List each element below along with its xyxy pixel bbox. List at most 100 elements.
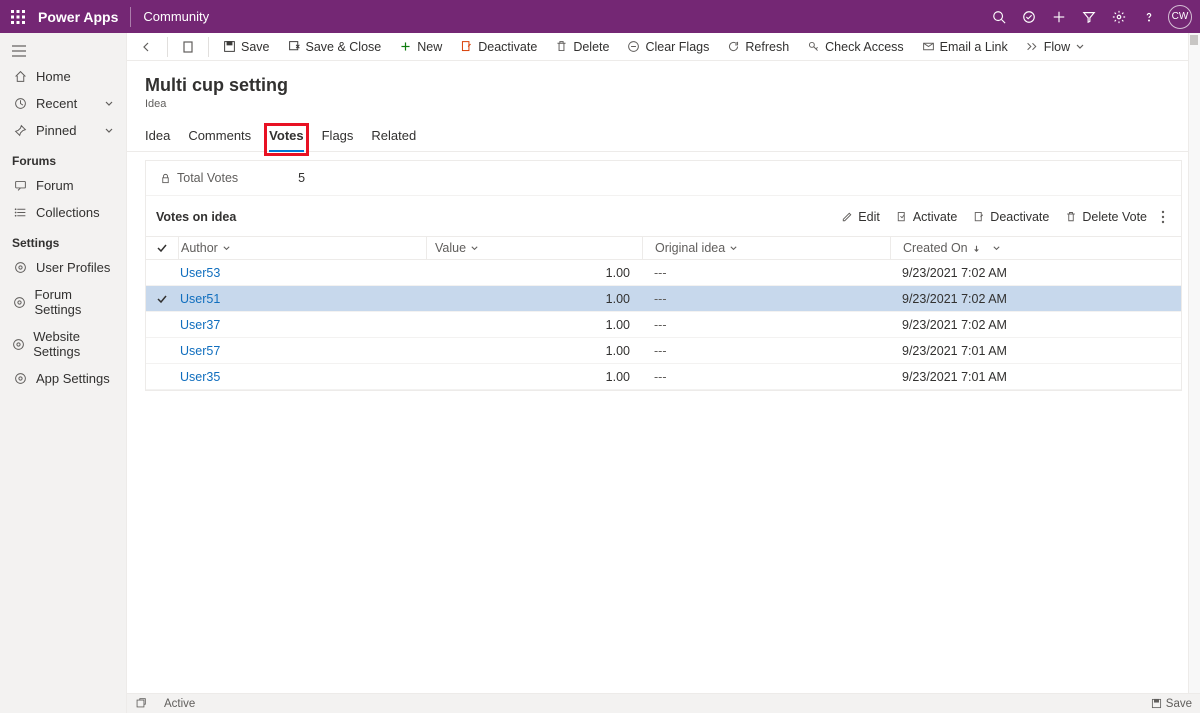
gear-icon (12, 338, 25, 351)
deactivate-icon (973, 211, 985, 223)
nav-collapse-icon[interactable] (0, 39, 126, 63)
delete-vote-button[interactable]: Delete Vote (1057, 206, 1155, 228)
activate-button[interactable]: Activate (888, 206, 965, 228)
command-bar: Save Save & Close New Deactivate Delete … (127, 33, 1200, 61)
nav-forum-settings[interactable]: Forum Settings (0, 281, 126, 323)
votes-grid: Author Value Original idea Created On Us… (146, 236, 1181, 390)
table-row[interactable]: User351.00---9/23/2021 7:01 AM (146, 364, 1181, 390)
email-link-button[interactable]: Email a Link (914, 36, 1016, 58)
context-label: Community (143, 9, 209, 24)
nav-label: Forum (36, 178, 74, 193)
nav-website-settings[interactable]: Website Settings (0, 323, 126, 365)
table-row[interactable]: User531.00---9/23/2021 7:02 AM (146, 260, 1181, 286)
new-button[interactable]: New (391, 36, 450, 58)
table-row[interactable]: User511.00---9/23/2021 7:02 AM (146, 286, 1181, 312)
total-votes-field: Total Votes 5 (146, 161, 1181, 196)
check-access-button[interactable]: Check Access (799, 36, 912, 58)
user-avatar[interactable]: CW (1168, 5, 1192, 29)
btn-label: Deactivate (990, 210, 1049, 224)
tab-idea[interactable]: Idea (145, 128, 170, 151)
btn-label: Activate (913, 210, 957, 224)
author-link[interactable]: User53 (180, 266, 220, 280)
cmd-label: Clear Flags (645, 40, 709, 54)
created-on-cell: 9/23/2021 7:01 AM (890, 370, 1181, 384)
search-icon[interactable] (984, 2, 1014, 32)
chevron-down-icon (104, 99, 114, 109)
save-close-button[interactable]: Save & Close (280, 36, 390, 58)
created-on-cell: 9/23/2021 7:01 AM (890, 344, 1181, 358)
table-row[interactable]: User571.00---9/23/2021 7:01 AM (146, 338, 1181, 364)
more-commands-button[interactable] (1155, 206, 1171, 228)
nav-user-profiles[interactable]: User Profiles (0, 254, 126, 281)
clear-flags-button[interactable]: Clear Flags (619, 36, 717, 58)
author-link[interactable]: User57 (180, 344, 220, 358)
refresh-button[interactable]: Refresh (719, 36, 797, 58)
site-nav: Home Recent Pinned Forums Forum Collecti… (0, 33, 127, 713)
form-tabs: Idea Comments Votes Flags Related (127, 110, 1200, 152)
task-icon[interactable] (1014, 2, 1044, 32)
author-link[interactable]: User51 (180, 292, 220, 306)
col-author[interactable]: Author (178, 237, 426, 259)
delete-button[interactable]: Delete (547, 36, 617, 58)
tab-flags[interactable]: Flags (322, 128, 354, 151)
deactivate-icon (460, 40, 473, 53)
global-header: Power Apps Community CW (0, 0, 1200, 33)
divider (130, 7, 131, 27)
tab-related[interactable]: Related (371, 128, 416, 151)
table-row[interactable]: User37 1.00---9/23/2021 7:02 AM (146, 312, 1181, 338)
deactivate-button[interactable]: Deactivate (965, 206, 1057, 228)
tab-votes[interactable]: Votes (269, 128, 303, 151)
nav-forum[interactable]: Forum (0, 172, 126, 199)
app-launcher-icon[interactable] (8, 7, 28, 27)
footer-save-button[interactable]: Save (1151, 698, 1192, 710)
original-idea-cell: --- (642, 318, 890, 332)
edit-button[interactable]: Edit (833, 206, 888, 228)
nav-home[interactable]: Home (0, 63, 126, 90)
row-checkbox[interactable] (146, 293, 178, 305)
add-icon[interactable] (1044, 2, 1074, 32)
tab-label: Idea (145, 128, 170, 143)
value-cell: 1.00 (426, 318, 642, 332)
save-icon (223, 40, 236, 53)
cmd-label: Flow (1044, 40, 1070, 54)
tab-label: Related (371, 128, 416, 143)
activate-icon (896, 211, 908, 223)
avatar-initials: CW (1172, 11, 1189, 22)
lock-icon (160, 173, 171, 184)
col-original-idea[interactable]: Original idea (642, 237, 890, 259)
nav-label: Recent (36, 96, 77, 111)
nav-label: Pinned (36, 123, 76, 138)
votes-section: Total Votes 5 Votes on idea Edit Activat… (145, 160, 1182, 391)
nav-collections[interactable]: Collections (0, 199, 126, 226)
author-link[interactable]: User37 (180, 318, 220, 332)
col-created-on[interactable]: Created On (890, 237, 1181, 259)
filter-icon[interactable] (1074, 2, 1104, 32)
help-icon[interactable] (1134, 2, 1164, 32)
col-value[interactable]: Value (426, 237, 642, 259)
record-header: Multi cup setting Idea (127, 61, 1200, 110)
col-label: Value (435, 241, 466, 255)
created-on-cell: 9/23/2021 7:02 AM (890, 266, 1181, 280)
deactivate-button[interactable]: Deactivate (452, 36, 545, 58)
cmd-label: Save & Close (306, 40, 382, 54)
scrollbar[interactable] (1188, 33, 1200, 693)
clear-icon (627, 40, 640, 53)
gear-icon (12, 372, 28, 385)
author-link[interactable]: User35 (180, 370, 220, 384)
nav-app-settings[interactable]: App Settings (0, 365, 126, 392)
settings-icon[interactable] (1104, 2, 1134, 32)
flow-button[interactable]: Flow (1018, 36, 1093, 58)
status-state: Active (164, 698, 195, 710)
popout-button[interactable] (135, 698, 146, 709)
value-cell: 1.00 (426, 370, 642, 384)
select-all-checkbox[interactable] (146, 242, 178, 254)
tab-comments[interactable]: Comments (188, 128, 251, 151)
nav-pinned[interactable]: Pinned (0, 117, 126, 144)
nav-recent[interactable]: Recent (0, 90, 126, 117)
save-button[interactable]: Save (215, 36, 278, 58)
created-on-cell: 9/23/2021 7:02 AM (890, 318, 1181, 332)
back-button[interactable] (133, 37, 161, 57)
chevron-down-icon (104, 126, 114, 136)
btn-label: Save (1166, 698, 1192, 710)
open-record-set-button[interactable] (174, 37, 202, 57)
